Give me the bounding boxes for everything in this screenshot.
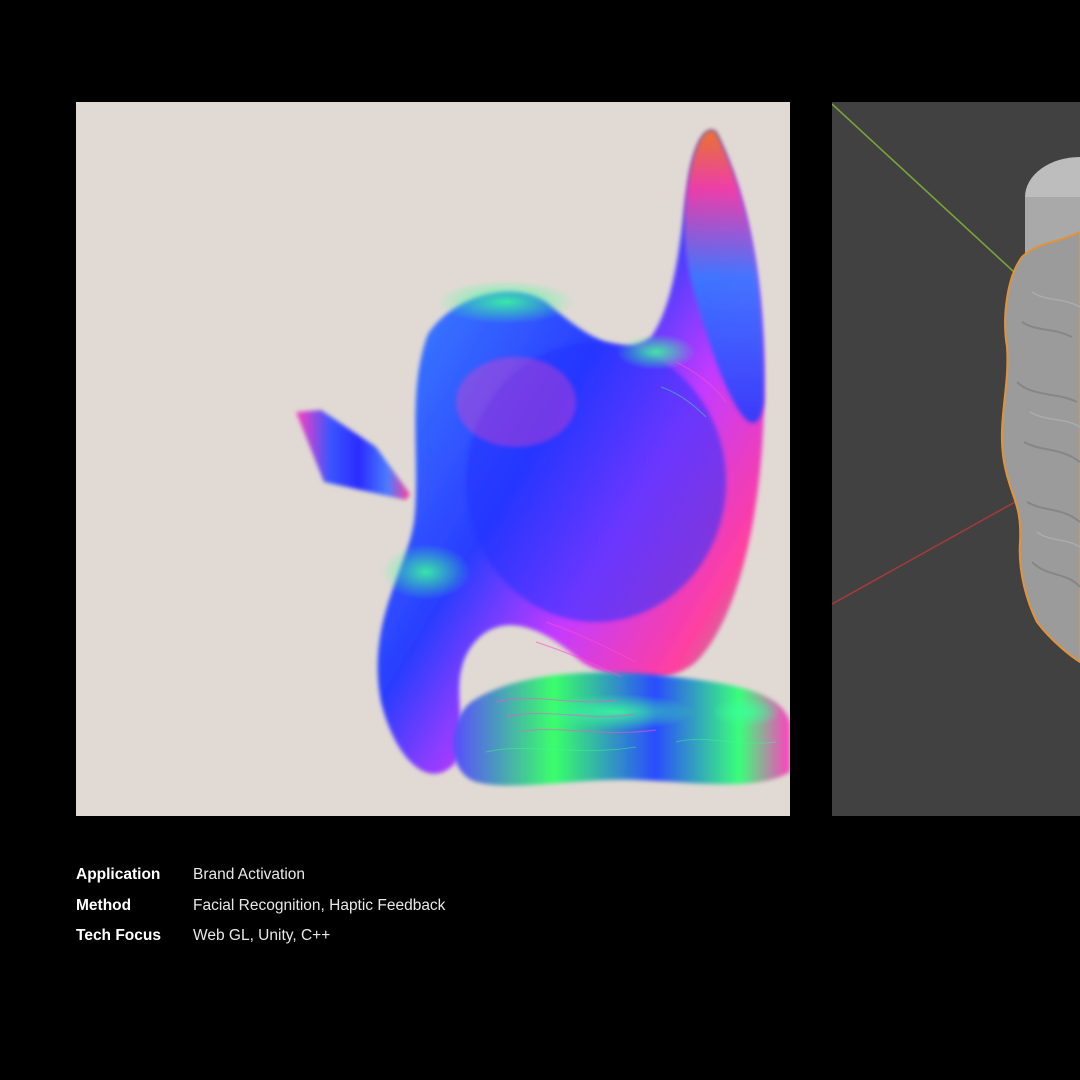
shader-render-image xyxy=(76,102,790,816)
viewport-mesh-illustration xyxy=(832,103,1080,664)
x-axis-line xyxy=(832,486,1043,605)
y-axis-line xyxy=(832,103,1015,273)
project-info-list: Application Brand Activation Method Faci… xyxy=(76,860,445,952)
info-value: Facial Recognition, Haptic Feedback xyxy=(193,896,446,914)
normal-map-shape-illustration xyxy=(296,130,790,786)
info-label: Tech Focus xyxy=(76,927,161,944)
info-value: Brand Activation xyxy=(193,866,306,883)
project-slide: Application Brand Activation Method Faci… xyxy=(0,0,1080,1080)
info-value: Web GL, Unity, C++ xyxy=(193,927,331,944)
info-label: Application xyxy=(76,866,161,883)
info-row-application: Application Brand Activation xyxy=(76,860,445,891)
info-row-method: Method Facial Recognition, Haptic Feedba… xyxy=(76,891,445,922)
info-row-tech-focus: Tech Focus Web GL, Unity, C++ xyxy=(76,921,445,952)
3d-viewport-image xyxy=(832,102,1080,816)
info-label: Method xyxy=(76,896,132,914)
